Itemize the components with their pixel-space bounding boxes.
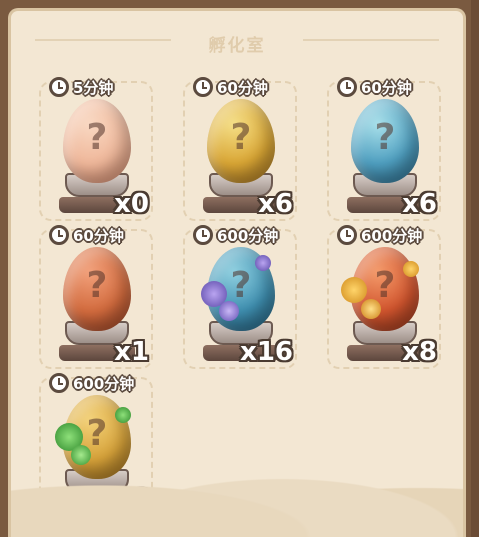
clock-icon (49, 77, 69, 97)
egg-count: x8 (402, 337, 437, 367)
timer-text: 5分钟 (73, 78, 114, 97)
clover-icon (71, 445, 91, 465)
gold-flower-icon (403, 261, 419, 277)
gold-flower-icon (341, 277, 367, 303)
clock-icon (337, 225, 357, 245)
timer-badge: 600分钟 (193, 223, 278, 247)
peach-egg: ? (63, 99, 131, 183)
clock-icon (193, 77, 213, 97)
clock-icon (49, 225, 69, 245)
timer-text: 600分钟 (361, 226, 423, 245)
purple-flower-icon (255, 255, 271, 271)
gold-egg: ? (207, 99, 275, 183)
blue-egg: ? (351, 99, 419, 183)
egg-slot-7[interactable]: 600分钟 ? x16 (39, 373, 153, 517)
egg-count: x0 (114, 189, 149, 219)
timer-badge: 60分钟 (337, 75, 412, 99)
panel-title: 孵化室 (208, 36, 266, 56)
question-mark-icon: ? (86, 265, 108, 306)
clock-icon (337, 77, 357, 97)
clover-icon (115, 407, 131, 423)
timer-badge: 5分钟 (49, 75, 113, 99)
egg-count: x6 (258, 189, 293, 219)
egg-count: x16 (240, 337, 293, 367)
purple-flower-icon (219, 301, 239, 321)
egg-count: x16 (96, 485, 149, 515)
egg-slot-1[interactable]: 5分钟 ? x0 (39, 77, 153, 221)
gold-flower-icon (361, 299, 381, 319)
question-mark-icon: ? (374, 117, 396, 158)
timer-badge: 60分钟 (49, 223, 124, 247)
timer-badge: 600分钟 (337, 223, 422, 247)
panel-right-edge (471, 0, 479, 537)
clock-icon (193, 225, 213, 245)
timer-text: 60分钟 (73, 226, 124, 245)
egg-count: x1 (114, 337, 149, 367)
timer-badge: 600分钟 (49, 371, 134, 395)
hatchery-panel: 孵化室 5分钟 ? x0 60分钟 ? x6 60分钟 ? x6 60分钟 ? … (8, 8, 466, 537)
egg-slot-6[interactable]: 600分钟 ? x8 (327, 225, 441, 369)
timer-text: 600分钟 (217, 226, 279, 245)
question-mark-icon: ? (230, 117, 252, 158)
timer-text: 60分钟 (361, 78, 412, 97)
egg-count: x6 (402, 189, 437, 219)
egg-slot-4[interactable]: 60分钟 ? x1 (39, 225, 153, 369)
timer-text: 60分钟 (217, 78, 268, 97)
timer-badge: 60分钟 (193, 75, 268, 99)
egg-slot-3[interactable]: 60分钟 ? x6 (327, 77, 441, 221)
egg-slot-5[interactable]: 600分钟 ? x16 (183, 225, 297, 369)
timer-text: 600分钟 (73, 374, 135, 393)
orange-egg: ? (63, 247, 131, 331)
egg-slot-2[interactable]: 60分钟 ? x6 (183, 77, 297, 221)
question-mark-icon: ? (86, 117, 108, 158)
clock-icon (49, 373, 69, 393)
